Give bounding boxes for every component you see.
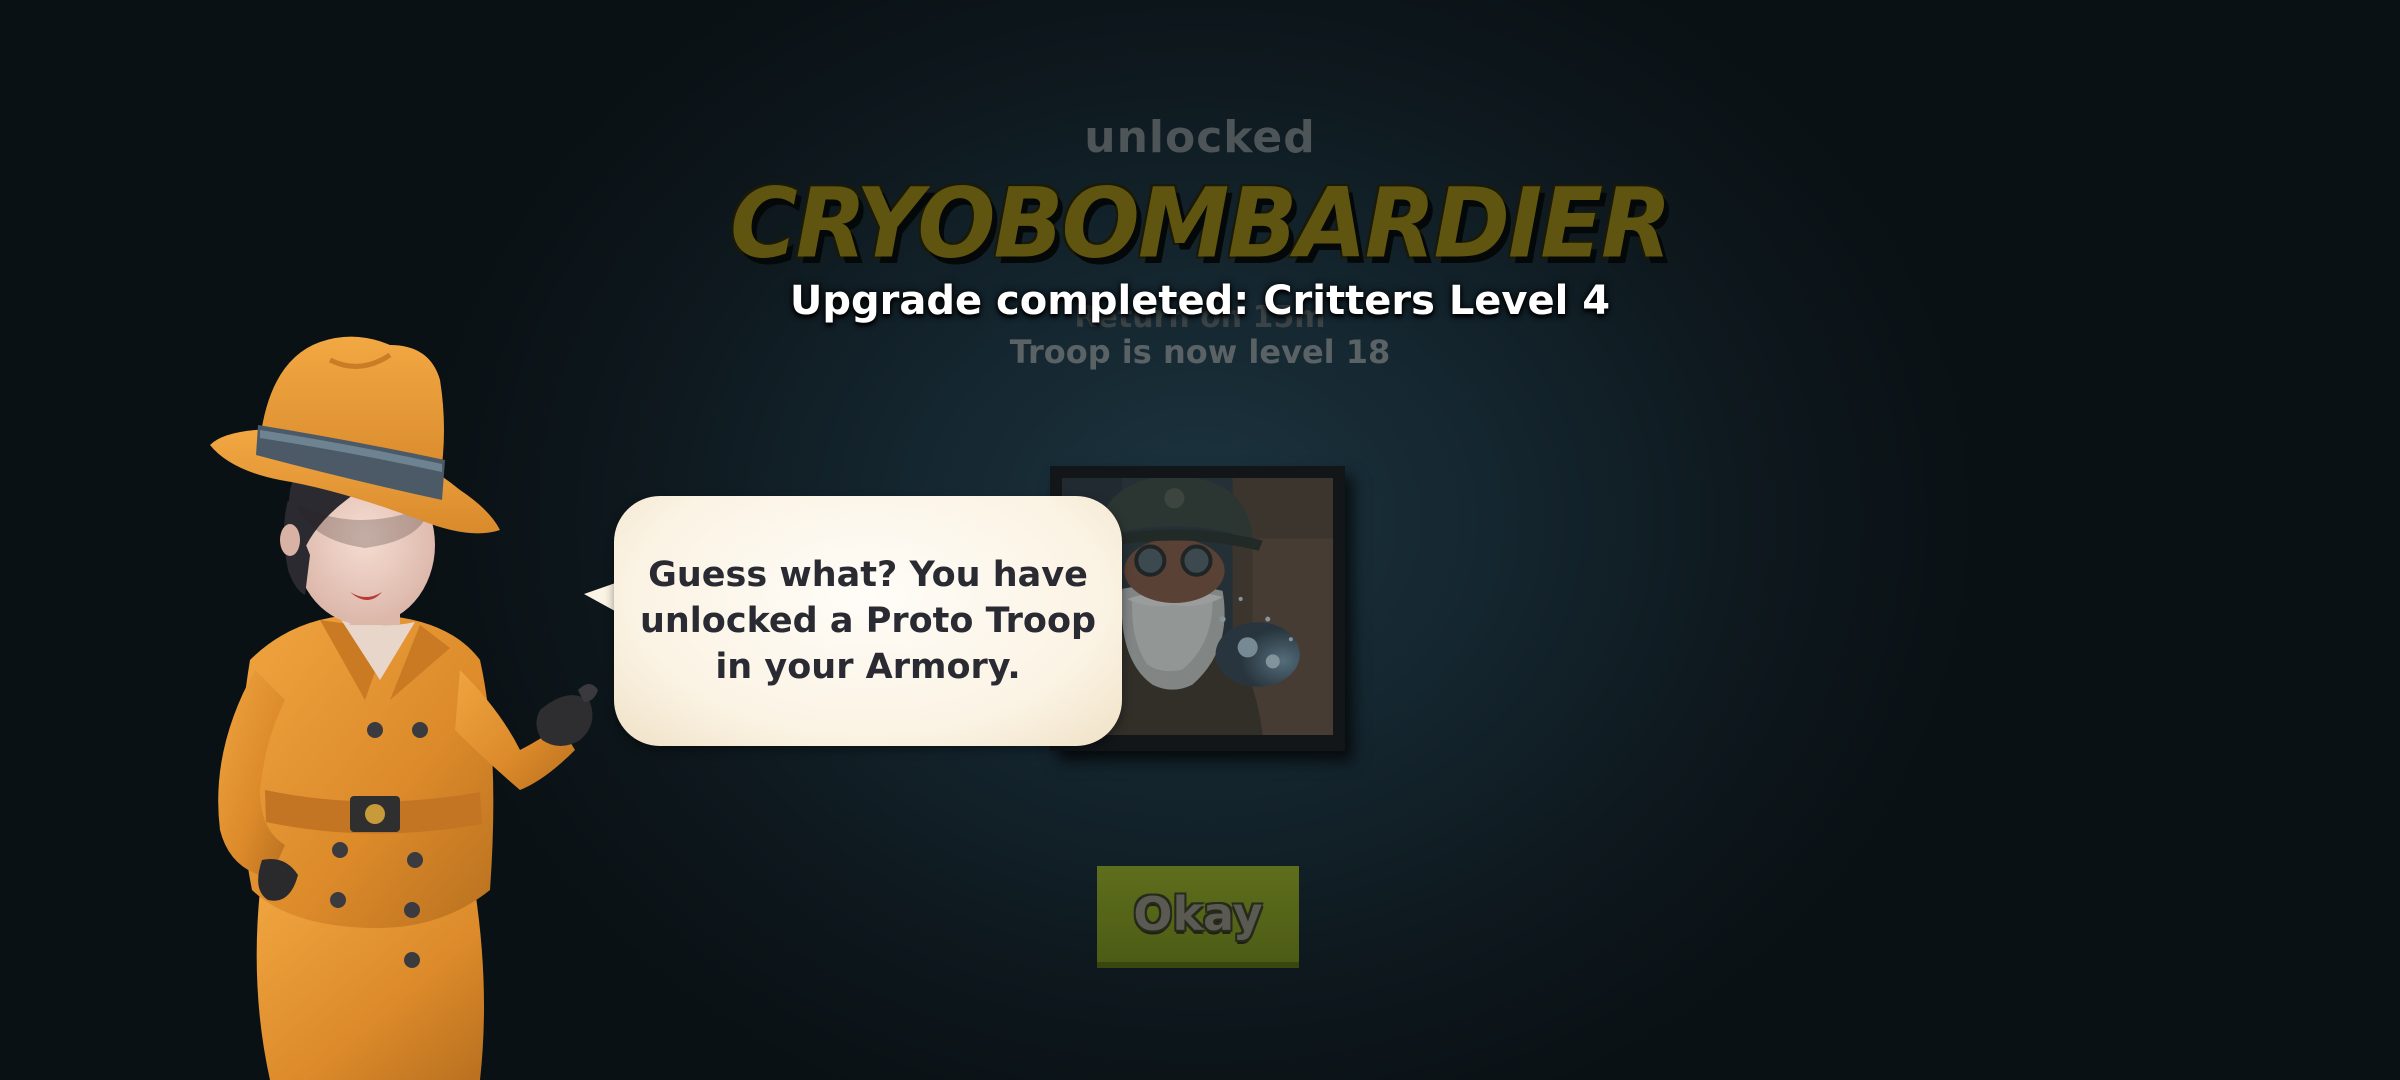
speech-bubble-text: Guess what? You have unlocked a Proto Tr… (639, 555, 1097, 687)
troop-name-title: CRYOBOMBARDIER (730, 167, 1672, 280)
speech-bubble[interactable]: Guess what? You have unlocked a Proto Tr… (614, 496, 1122, 746)
unlocked-label: unlocked (1084, 112, 1316, 163)
upgrade-completed-banner: Upgrade completed: Critters Level 4 (789, 278, 1611, 324)
game-screen: unlocked CRYOBOMBARDIER Return on 15m Tr… (0, 0, 2400, 1080)
okay-button-label: Okay (1133, 887, 1263, 941)
okay-button[interactable]: Okay (1097, 866, 1299, 968)
detective-advisor-icon (210, 336, 598, 1080)
